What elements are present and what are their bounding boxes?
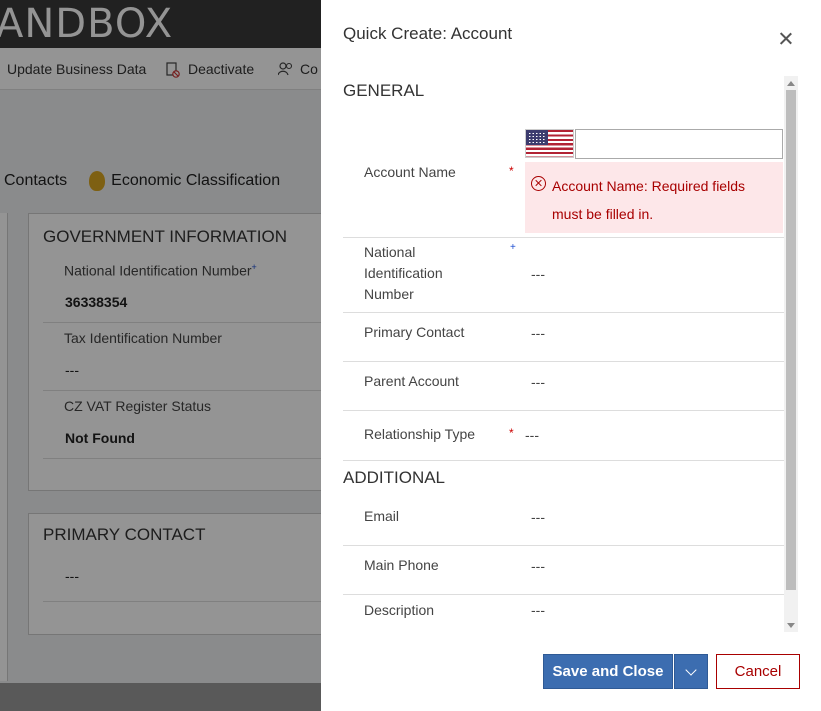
parent-account-value[interactable]: --- (531, 374, 545, 390)
divider (343, 361, 784, 362)
us-flag-icon[interactable] (525, 129, 574, 158)
divider (343, 237, 784, 238)
divider (343, 460, 784, 461)
description-value[interactable]: --- (531, 602, 545, 618)
section-additional-title: ADDITIONAL (343, 468, 446, 487)
account-name-input[interactable] (575, 129, 783, 159)
account-name-error: Account Name: Required fields must be fi… (525, 162, 783, 233)
scrollbar-thumb[interactable] (786, 90, 796, 590)
account-name-label: Account Name (364, 164, 456, 180)
email-label: Email (364, 508, 400, 524)
dialog-title: Quick Create: Account (343, 24, 513, 43)
form-scrollbar[interactable] (784, 76, 798, 632)
scroll-down-icon[interactable] (787, 623, 795, 628)
main-phone-label: Main Phone (364, 557, 439, 573)
email-value[interactable]: --- (531, 509, 545, 525)
divider (343, 545, 784, 546)
error-icon (531, 176, 546, 191)
required-marker: * (509, 426, 514, 440)
primary-contact-label: Primary Contact (364, 324, 465, 340)
recommended-marker: + (510, 242, 516, 253)
main-phone-value[interactable]: --- (531, 558, 545, 574)
cancel-button[interactable]: Cancel (716, 654, 800, 689)
scroll-up-icon[interactable] (787, 81, 795, 86)
save-and-close-button[interactable]: Save and Close (543, 654, 673, 689)
divider (343, 312, 784, 313)
relationship-type-value[interactable]: --- (525, 427, 539, 443)
national-id-label: National Identification Number (364, 244, 443, 302)
form-scroll-area: GENERAL Account Name * Account Name: Req… (343, 76, 784, 632)
national-id-value[interactable]: --- (531, 266, 545, 282)
primary-contact-value[interactable]: --- (531, 325, 545, 341)
quick-create-dialog: Quick Create: Account GENERAL Account Na… (321, 0, 821, 711)
description-label: Description (364, 602, 435, 618)
divider (343, 410, 784, 411)
parent-account-label: Parent Account (364, 373, 459, 389)
error-message: Account Name: Required fields must be fi… (552, 178, 745, 222)
relationship-type-label: Relationship Type (364, 426, 476, 442)
account-name-row: Account Name * Account Name: Required fi… (343, 76, 784, 238)
required-marker: * (509, 164, 514, 178)
close-icon[interactable] (777, 30, 795, 48)
divider (343, 594, 784, 595)
save-options-chevron-down-icon[interactable] (674, 654, 708, 689)
